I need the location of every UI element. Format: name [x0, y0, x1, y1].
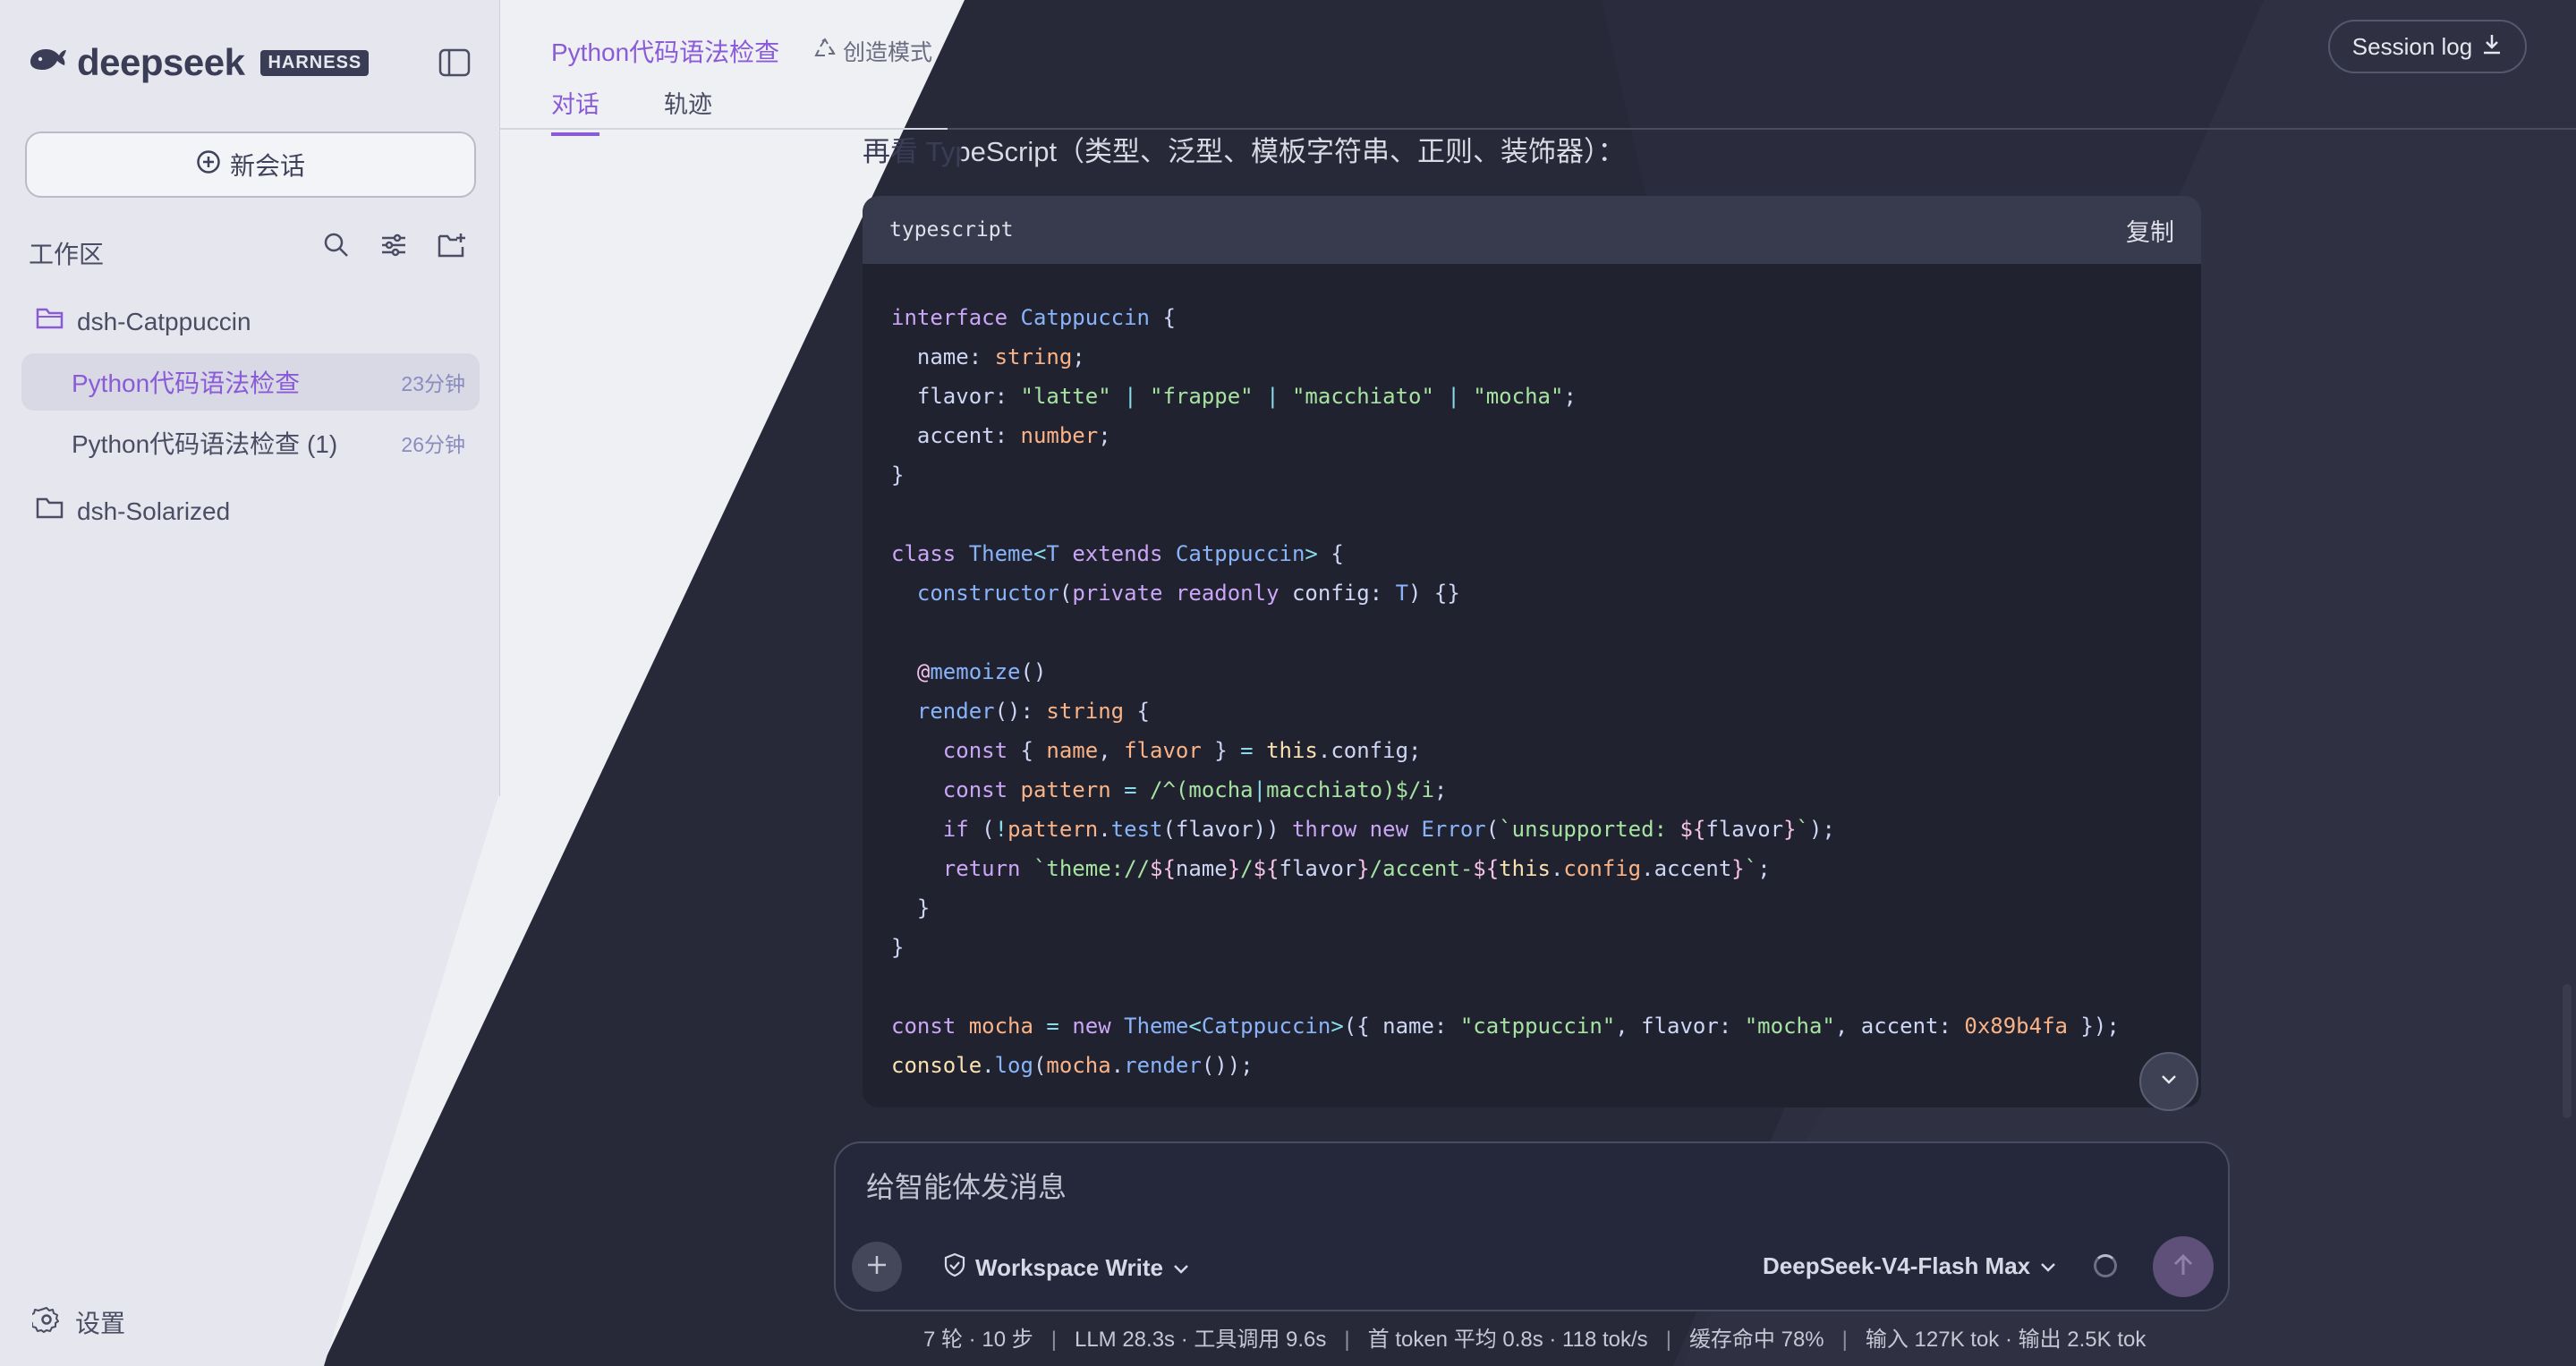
- folder-open-icon: [36, 306, 64, 337]
- settings-button[interactable]: 设置: [29, 1304, 126, 1340]
- copy-code-button[interactable]: 复制: [2126, 213, 2174, 248]
- code-content: interface Catppuccin { name: string; fla…: [891, 305, 2120, 1078]
- code-language: typescript: [889, 218, 1014, 242]
- header-divider-light: [500, 128, 948, 130]
- attach-button[interactable]: [852, 1242, 902, 1292]
- permission-label: Workspace Write: [975, 1254, 1164, 1281]
- stat-first-token: 首 token 平均 0.8s · 118 tok/s: [1367, 1328, 1648, 1352]
- folder-name: dsh-Catppuccin: [77, 307, 251, 335]
- message-lead-text: 再看 TypeScript（类型、泛型、模板字符串、正则、装饰器）：: [863, 129, 1626, 169]
- settings-label: 设置: [75, 1310, 126, 1337]
- whale-logo-icon: [27, 44, 68, 82]
- chevron-down-icon: [1172, 1254, 1190, 1282]
- folder-name: dsh-Solarized: [77, 496, 231, 525]
- session-title: Python代码语法检查: [72, 369, 301, 397]
- message-input[interactable]: [864, 1170, 2121, 1205]
- arrow-up-icon: [2170, 1251, 2197, 1283]
- shield-icon: [943, 1252, 966, 1284]
- gear-icon: [29, 1305, 61, 1340]
- chevron-down-icon: [2158, 1073, 2180, 1091]
- session-item[interactable]: Python代码语法检查 (1) 26分钟: [21, 414, 480, 471]
- mode-label: 创造模式: [843, 40, 933, 65]
- folder-icon: [36, 496, 64, 527]
- permission-selector[interactable]: Workspace Write: [943, 1252, 1190, 1284]
- chevron-down-icon: [2039, 1252, 2057, 1280]
- code-block: typescript 复制 interface Catppuccin { nam…: [863, 196, 2201, 1107]
- mode-indicator[interactable]: 创造模式: [814, 35, 932, 67]
- download-icon: [2481, 32, 2503, 62]
- model-label: DeepSeek-V4-Flash Max: [1763, 1252, 2031, 1279]
- stat-cache: 缓存命中 78%: [1688, 1328, 1824, 1352]
- recycle-icon: [814, 38, 836, 65]
- send-button[interactable]: [2153, 1236, 2214, 1297]
- search-icon[interactable]: [322, 231, 351, 264]
- new-chat-button[interactable]: 新会话: [25, 132, 476, 198]
- session-item-active[interactable]: Python代码语法检查 23分钟: [21, 353, 480, 411]
- scrollbar-thumb[interactable]: [2563, 984, 2572, 1118]
- sidebar-panel-icon: [438, 48, 471, 81]
- session-log-label: Session log: [2351, 32, 2473, 60]
- folder-dsh-catppuccin[interactable]: dsh-Catppuccin: [36, 306, 251, 337]
- sidebar-divider: [499, 0, 500, 796]
- session-title: Python代码语法检查 (1): [72, 430, 338, 458]
- conversation-title: Python代码语法检查: [551, 38, 780, 66]
- session-log-button[interactable]: Session log: [2328, 20, 2527, 73]
- new-chat-label: 新会话: [229, 152, 305, 180]
- brand-badge: HARNESS: [260, 49, 370, 76]
- code-block-header: typescript 复制: [863, 196, 2201, 264]
- workspace-title: 工作区: [29, 241, 105, 268]
- stat-tokens: 输入 127K tok · 输出 2.5K tok: [1865, 1328, 2147, 1352]
- plus-circle-icon: [196, 149, 221, 181]
- model-selector[interactable]: DeepSeek-V4-Flash Max: [1763, 1252, 2057, 1280]
- new-folder-icon[interactable]: [437, 231, 467, 264]
- brand-name: deepseek: [77, 41, 245, 83]
- loading-spinner-icon: [2094, 1254, 2117, 1277]
- filter-sliders-icon[interactable]: [379, 231, 408, 264]
- usage-stats-bar: 7 轮 · 10 步 | LLM 28.3s · 工具调用 9.6s | 首 t…: [923, 1328, 2147, 1352]
- workspace-tools: [322, 231, 467, 264]
- plus-icon: [865, 1253, 888, 1281]
- message-composer: Workspace Write DeepSeek-V4-Flash Max: [834, 1141, 2230, 1311]
- stat-turns: 7 轮 · 10 步: [923, 1328, 1033, 1352]
- session-time: 23分钟: [401, 372, 465, 395]
- brand-logo[interactable]: deepseek HARNESS: [27, 41, 370, 84]
- session-time: 26分钟: [401, 433, 465, 456]
- stat-llm-time: LLM 28.3s · 工具调用 9.6s: [1074, 1328, 1327, 1352]
- folder-dsh-solarized[interactable]: dsh-Solarized: [36, 496, 230, 527]
- scroll-to-bottom-button[interactable]: [2139, 1052, 2198, 1111]
- sidebar-toggle-button[interactable]: [438, 48, 471, 81]
